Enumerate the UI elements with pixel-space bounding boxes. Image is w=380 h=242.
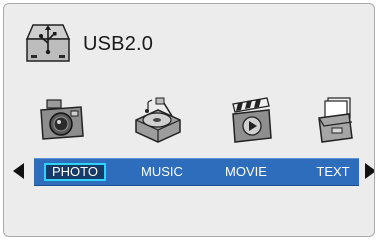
media-icon-row [4, 96, 374, 151]
menu-item-movie[interactable]: MOVIE [217, 163, 275, 181]
clapperboard-icon[interactable] [225, 96, 275, 146]
device-header: USB2.0 [23, 19, 153, 69]
left-arrow-icon[interactable] [13, 163, 24, 179]
camera-icon[interactable] [37, 96, 87, 146]
device-label: USB2.0 [83, 32, 154, 55]
usb-drive-icon [23, 21, 73, 67]
media-type-menu: PHOTO MUSIC MOVIE TEXT [34, 158, 359, 186]
menu-item-text[interactable]: TEXT [307, 163, 359, 181]
document-tray-icon[interactable] [316, 96, 356, 146]
menu-item-music[interactable]: MUSIC [132, 163, 192, 181]
menu-item-photo[interactable]: PHOTO [44, 163, 106, 181]
media-browser-panel: USB2.0 PHOTO MUSIC MOVIE TEXT [3, 3, 375, 237]
right-arrow-icon[interactable] [365, 163, 374, 179]
record-player-icon[interactable] [132, 96, 184, 146]
